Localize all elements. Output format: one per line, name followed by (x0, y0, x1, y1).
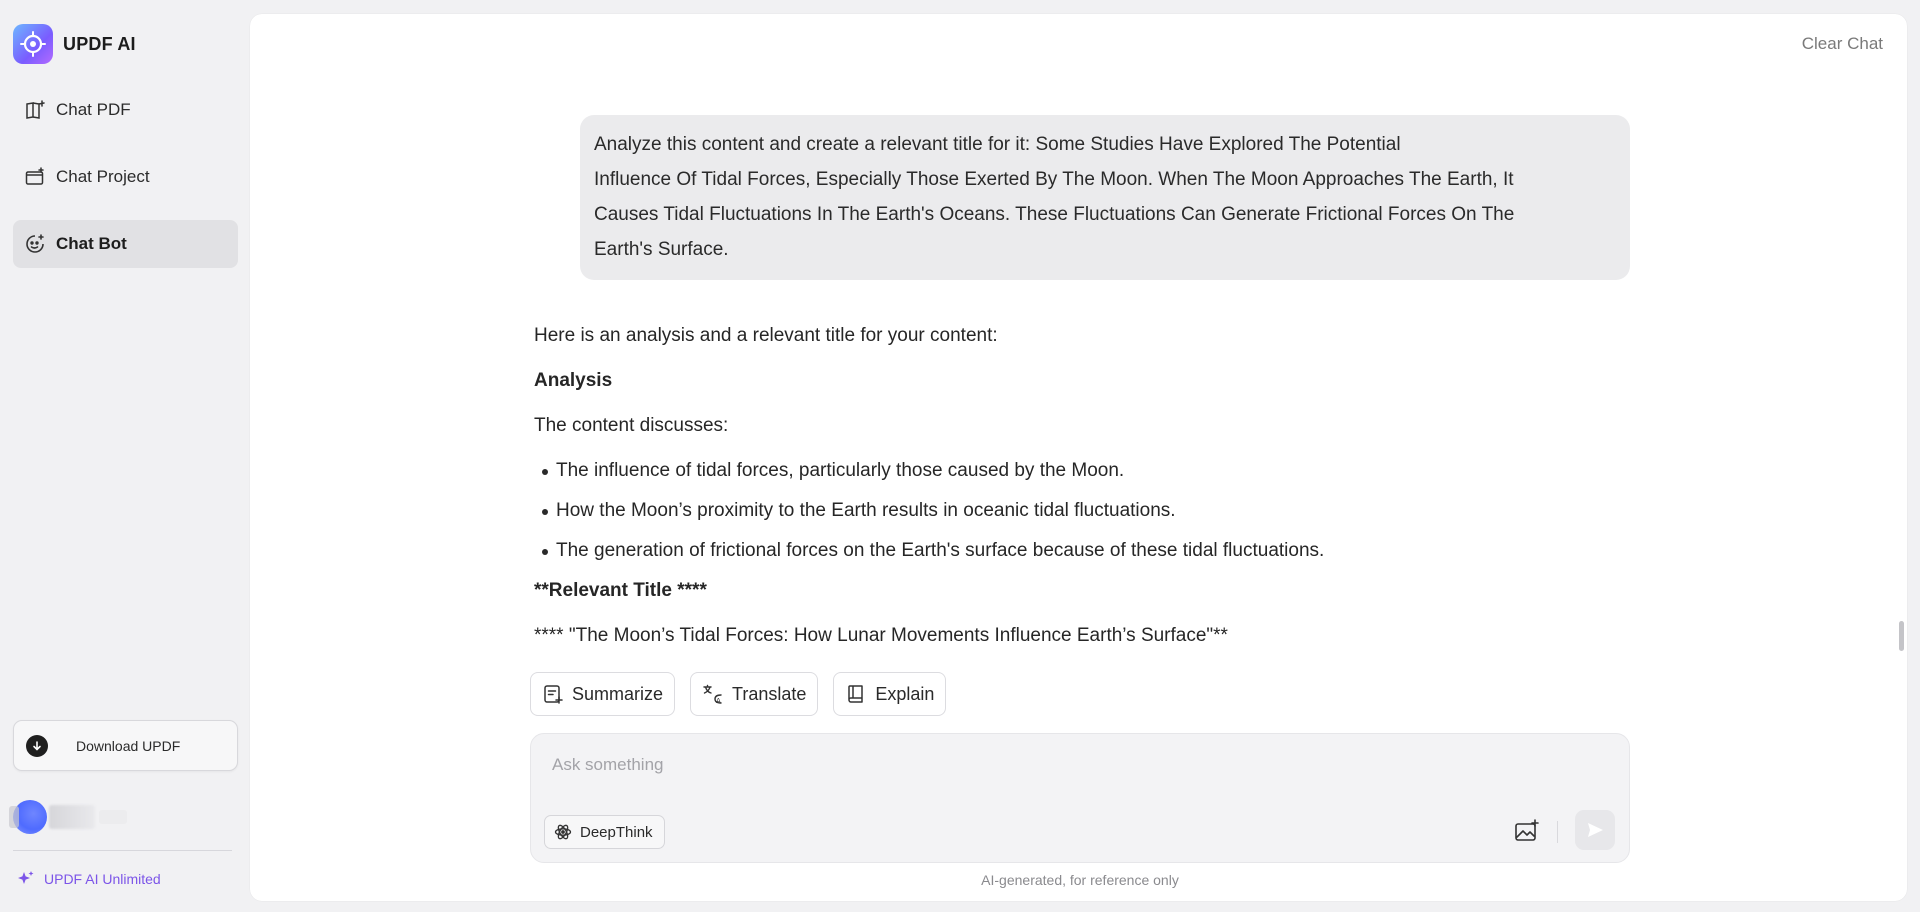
download-icon (26, 734, 48, 757)
deepthink-label: DeepThink (580, 823, 653, 841)
answer-bullet-list: The influence of tidal forces, particula… (534, 453, 1634, 573)
user-message-line: Earth's Surface. (594, 239, 729, 260)
assistant-message: Here is an analysis and a relevant title… (534, 318, 1634, 663)
sidebar-item-chat-bot[interactable]: Chat Bot (13, 220, 238, 268)
translate-icon: A (702, 683, 724, 705)
sidebar-item-chat-project[interactable]: Chat Project (13, 153, 238, 201)
chat-scrollbar[interactable] (1899, 621, 1904, 651)
image-upload-button[interactable] (1512, 816, 1542, 846)
relevant-title-heading: **Relevant Title **** (534, 580, 707, 601)
book-icon (845, 683, 867, 705)
sidebar-item-chat-pdf[interactable]: Chat PDF (13, 86, 238, 134)
sidebar-item-label: Chat Project (56, 167, 150, 186)
list-item: How the Moon’s proximity to the Earth re… (542, 493, 1634, 533)
explain-button[interactable]: Explain (833, 672, 947, 716)
send-icon (1588, 823, 1603, 837)
updf-ai-logo-icon (13, 24, 53, 64)
analysis-heading: Analysis (534, 370, 613, 391)
quick-actions: Summarize A Translate Explain (530, 672, 961, 716)
updf-ai-unlimited-link[interactable]: UPDF AI Unlimited (17, 870, 161, 888)
summarize-label: Summarize (572, 683, 664, 704)
composer-separator (1557, 821, 1558, 843)
user-message-bubble: Analyze this content and create a releva… (580, 115, 1630, 280)
ask-input[interactable] (550, 750, 1550, 780)
book-open-icon (24, 99, 46, 121)
brand-name: UPDF AI (63, 33, 136, 54)
ai-disclaimer: AI-generated, for reference only (981, 872, 1179, 888)
send-button[interactable] (1575, 810, 1615, 850)
list-item: The influence of tidal forces, particula… (542, 453, 1634, 493)
download-updf-button[interactable]: Download UPDF (13, 720, 238, 771)
summarize-button[interactable]: Summarize (530, 672, 676, 716)
user-message-line: Analyze this content and create a releva… (594, 134, 1401, 155)
avatar (9, 800, 47, 834)
account-name-redacted (49, 805, 95, 829)
svg-text:A: A (716, 697, 721, 705)
translate-button[interactable]: A Translate (690, 672, 819, 716)
summarize-icon (542, 683, 564, 705)
answer-intro: Here is an analysis and a relevant title… (534, 325, 998, 346)
chat-panel: Clear Chat Analyze this content and crea… (250, 14, 1907, 901)
relevant-title-line: **** "The Moon’s Tidal Forces: How Lunar… (534, 625, 1228, 646)
sidebar-nav: Chat PDF Chat Project Chat Bot (13, 86, 238, 287)
download-label: Download UPDF (76, 737, 181, 754)
image-add-icon (1515, 819, 1539, 841)
sidebar-item-label: Chat PDF (56, 100, 131, 119)
deepthink-toggle[interactable]: DeepThink (544, 815, 665, 849)
sidebar-divider (13, 850, 232, 851)
user-message-line: Causes Tidal Fluctuations In The Earth's… (594, 204, 1515, 225)
account-email-redacted (99, 810, 127, 824)
unlimited-label: UPDF AI Unlimited (44, 871, 161, 887)
account-area[interactable] (9, 800, 238, 834)
explain-label: Explain (875, 683, 935, 704)
message-composer: DeepThink (530, 733, 1630, 863)
bot-face-icon (24, 233, 46, 255)
user-message-line: Influence Of Tidal Forces, Especially Th… (594, 169, 1514, 190)
brand[interactable]: UPDF AI (13, 24, 136, 64)
sidebar-item-label: Chat Bot (56, 234, 127, 253)
sparkle-icon (17, 870, 35, 888)
sidebar: UPDF AI Chat PDF Chat Project Chat Bot D… (0, 0, 249, 912)
folder-sparkle-icon (24, 166, 46, 188)
translate-label: Translate (732, 683, 807, 704)
clear-chat-button[interactable]: Clear Chat (1802, 34, 1883, 54)
atom-icon (554, 823, 572, 841)
discusses-label: The content discusses: (534, 415, 729, 436)
list-item: The generation of frictional forces on t… (542, 533, 1634, 573)
